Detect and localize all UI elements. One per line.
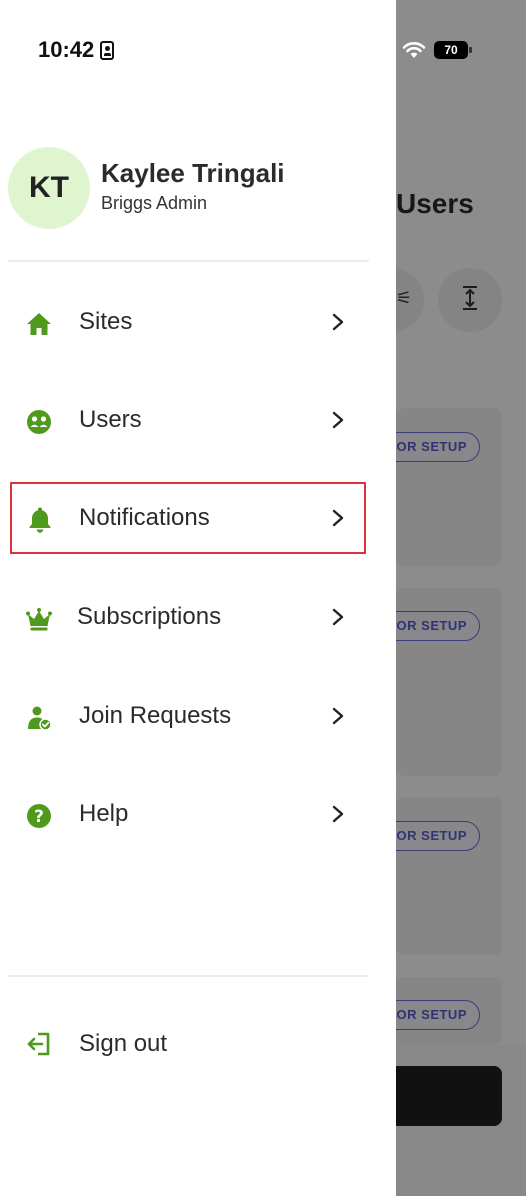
sign-out-icon [27, 1032, 50, 1056]
help-icon: ? [27, 804, 51, 828]
menu-item-help[interactable]: ? Help [8, 778, 369, 850]
battery-icon: 70 [434, 41, 472, 59]
menu-item-join-requests[interactable]: Join Requests [8, 680, 369, 752]
menu-item-notifications[interactable]: Notifications [10, 482, 366, 554]
chevron-right-icon [332, 313, 344, 331]
menu-item-label: Notifications [79, 504, 210, 531]
user-check-icon [28, 706, 52, 731]
user-role: Briggs Admin [101, 193, 208, 213]
crown-icon [26, 608, 52, 631]
menu-item-subscriptions[interactable]: Subscriptions [8, 581, 369, 653]
avatar: KT [8, 147, 90, 229]
menu-item-label: Join Requests [79, 702, 232, 729]
menu-item-label: Help [79, 800, 129, 827]
chevron-right-icon [332, 608, 344, 626]
chevron-right-icon [332, 509, 344, 527]
drawer-scrim[interactable] [396, 0, 526, 1196]
menu-item-sites[interactable]: Sites [8, 286, 369, 358]
bell-icon [29, 507, 51, 533]
menu-item-label: Subscriptions [77, 603, 222, 630]
home-icon [27, 313, 51, 335]
menu-item-label: Users [79, 406, 142, 433]
users-icon [27, 410, 51, 434]
chevron-right-icon [332, 707, 344, 725]
svg-text:?: ? [34, 807, 44, 827]
status-time-text: 10:42 [38, 37, 95, 62]
sign-out-label: Sign out [79, 1030, 168, 1057]
sign-out-button[interactable]: Sign out [8, 1008, 369, 1080]
navigation-drawer: 10:42 KT Kaylee Tringali Briggs Admin Si… [0, 0, 396, 1196]
divider [8, 260, 369, 262]
status-bar-time: 10:42 [38, 37, 115, 63]
chevron-right-icon [332, 411, 344, 429]
menu-item-label: Sites [79, 308, 133, 335]
wifi-icon [402, 42, 426, 58]
divider [8, 975, 369, 977]
chevron-right-icon [332, 805, 344, 823]
contact-card-icon [100, 40, 115, 60]
user-name: Kaylee Tringali [101, 158, 285, 188]
menu-item-users[interactable]: Users [8, 384, 369, 456]
